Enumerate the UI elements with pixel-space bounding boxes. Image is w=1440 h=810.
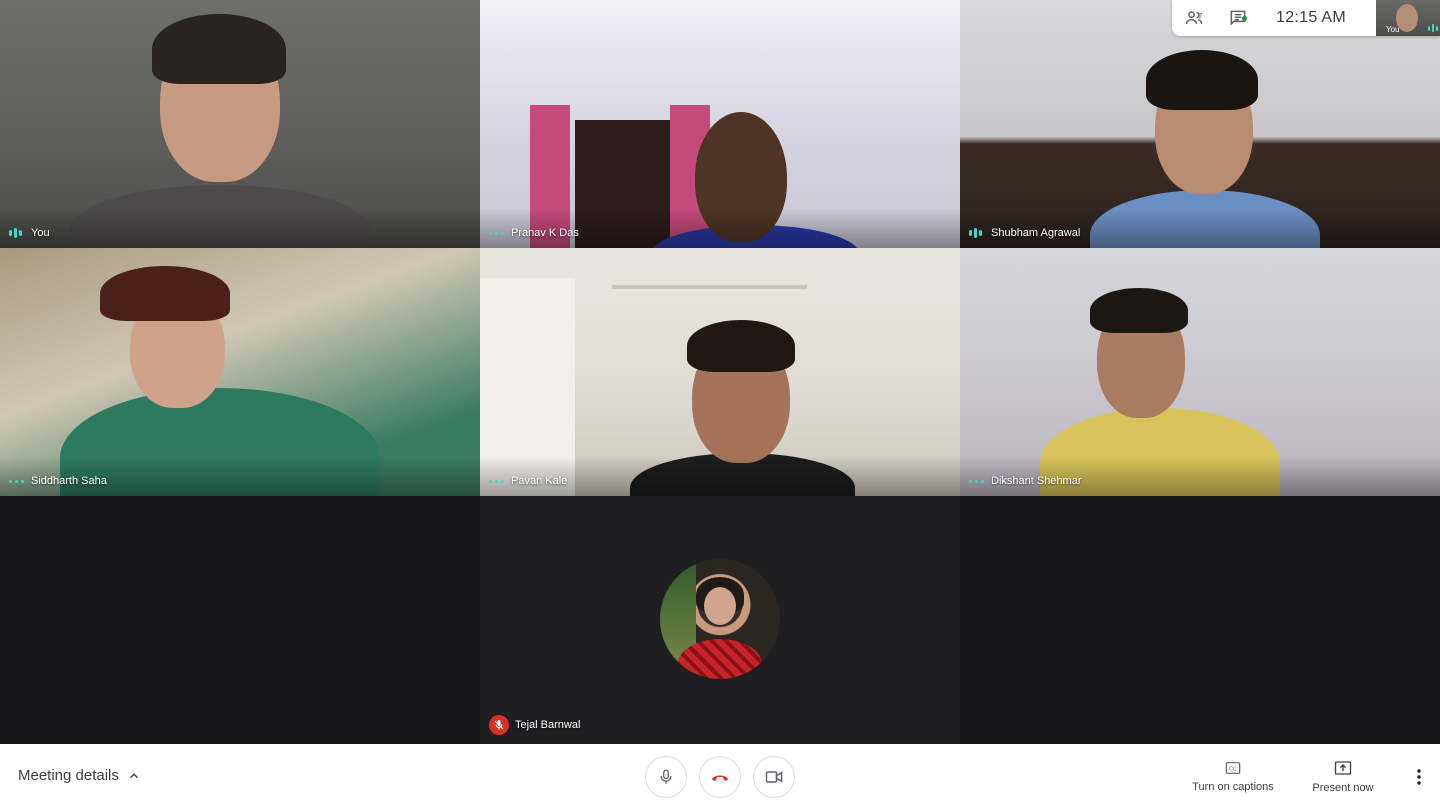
participant-label: Dikshant Shehmar	[969, 475, 1082, 487]
camera-icon	[765, 771, 783, 783]
hang-up-icon	[711, 775, 729, 781]
participant-tile-pavan[interactable]: Pavan Kale	[480, 248, 960, 496]
captions-button[interactable]: CC Turn on captions	[1178, 761, 1288, 793]
camera-button[interactable]	[753, 756, 795, 798]
self-view-thumbnail[interactable]: You	[1376, 0, 1440, 36]
participant-tile-you[interactable]: You	[0, 0, 480, 248]
people-count: 7	[1198, 12, 1203, 21]
participant-name: Pavan Kale	[511, 475, 568, 487]
meeting-status-panel: 7 12:15 AM You	[1172, 0, 1440, 36]
participant-grid: You Pranav K Das Shubham Agrawal Siddhar…	[0, 0, 1440, 744]
secondary-actions: CC Turn on captions Present now	[1178, 744, 1440, 810]
present-label: Present now	[1312, 782, 1374, 794]
participant-tile-tejal[interactable]: Tejal Barnwal	[480, 496, 960, 744]
participant-tile-pranav[interactable]: Pranav K Das	[480, 0, 960, 248]
active-indicator-icon	[969, 479, 985, 483]
speaking-indicator-icon	[9, 228, 25, 238]
svg-text:CC: CC	[1229, 767, 1237, 773]
clock: 12:15 AM	[1276, 9, 1347, 26]
active-indicator-icon	[9, 479, 25, 483]
participant-name: Tejal Barnwal	[515, 719, 581, 731]
participant-label: Shubham Agrawal	[969, 227, 1080, 239]
avatar	[660, 559, 780, 679]
self-view-label: You	[1386, 25, 1400, 34]
participant-tile-shubham[interactable]: Shubham Agrawal	[960, 0, 1440, 248]
call-controls	[645, 756, 795, 798]
empty-tile	[0, 496, 480, 744]
participant-label: Siddharth Saha	[9, 475, 107, 487]
participant-name: Shubham Agrawal	[991, 227, 1081, 239]
captions-label: Turn on captions	[1192, 781, 1274, 793]
present-icon	[1334, 761, 1352, 775]
participant-label: Tejal Barnwal	[489, 715, 580, 735]
more-options-button[interactable]	[1398, 768, 1440, 786]
unread-badge	[1242, 16, 1247, 21]
active-indicator-icon	[489, 231, 505, 235]
empty-tile	[960, 496, 1440, 744]
chat-button[interactable]	[1216, 8, 1260, 28]
speaking-indicator-icon	[969, 228, 985, 238]
name-shade	[0, 208, 480, 248]
microphone-icon	[660, 769, 672, 784]
participant-name: Pranav K Das	[511, 227, 579, 239]
participant-tile-dikshant[interactable]: Dikshant Shehmar	[960, 248, 1440, 496]
participant-label: Pranav K Das	[489, 227, 579, 239]
participant-label: Pavan Kale	[489, 475, 567, 487]
mic-off-icon	[489, 715, 509, 735]
participant-label: You	[9, 227, 50, 239]
hang-up-button[interactable]	[699, 756, 741, 798]
microphone-button[interactable]	[645, 756, 687, 798]
captions-icon: CC	[1225, 762, 1241, 774]
bottom-toolbar: Meeting details CC Turn on captions Pres…	[0, 744, 1440, 810]
people-button[interactable]: 7	[1172, 8, 1216, 28]
participant-name: Siddharth Saha	[31, 475, 107, 487]
more-vertical-icon	[1417, 769, 1421, 785]
participant-name: You	[31, 227, 50, 239]
participant-tile-siddharth[interactable]: Siddharth Saha	[0, 248, 480, 496]
chevron-up-icon	[129, 772, 138, 778]
meeting-details-label: Meeting details	[18, 767, 119, 784]
speaking-indicator-icon	[1428, 24, 1438, 32]
meeting-details-button[interactable]: Meeting details	[18, 767, 141, 784]
present-now-button[interactable]: Present now	[1288, 760, 1398, 794]
participant-name: Dikshant Shehmar	[991, 475, 1082, 487]
active-indicator-icon	[489, 479, 505, 483]
